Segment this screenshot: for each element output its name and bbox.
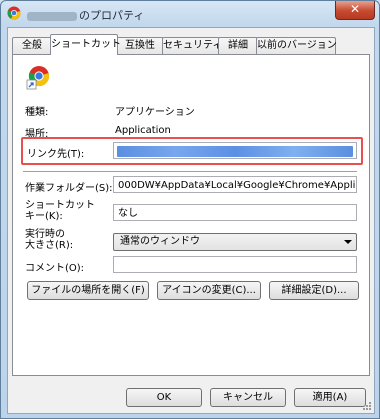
dialog-client-area: 全般 ショートカット 互換性 セキュリティ 詳細 以前のバージョン 種類: アプ… <box>7 27 375 414</box>
start-in-field[interactable]: 000DW¥AppData¥Local¥Google¥Chrome¥Applic… <box>113 176 357 193</box>
run-select[interactable]: 通常のウィンドウ <box>113 233 357 251</box>
title-bar[interactable]: のプロパティ ✕ <box>1 1 379 27</box>
change-icon-button[interactable]: アイコンの変更(C)... <box>157 281 261 300</box>
shortcut-panel: 種類: アプリケーション 場所: Application リンク先(T): 作業… <box>12 54 370 376</box>
cancel-button[interactable]: キャンセル <box>210 388 286 407</box>
tab-previous-versions[interactable]: 以前のバージョン <box>256 37 337 54</box>
chrome-shortcut-icon <box>26 66 50 90</box>
chrome-icon <box>7 6 21 20</box>
open-file-location-button[interactable]: ファイルの場所を開く(F) <box>27 281 149 300</box>
properties-window: のプロパティ ✕ 全般 ショートカット 互換性 セキュリティ 詳細 以前のバージ… <box>0 0 380 419</box>
tab-general[interactable]: 全般 <box>12 37 52 54</box>
tab-shortcut[interactable]: ショートカット <box>50 34 121 55</box>
comment-field[interactable] <box>113 256 357 273</box>
run-label: 実行時の 大きさ(R): <box>25 229 73 251</box>
close-button[interactable]: ✕ <box>335 1 375 20</box>
ok-button[interactable]: OK <box>126 388 202 407</box>
run-select-value: 通常のウィンドウ <box>120 236 200 247</box>
type-value: アプリケーション <box>115 107 195 118</box>
separator <box>23 171 357 173</box>
resize-grip-icon[interactable] <box>362 401 372 411</box>
shortcut-key-label-line1: ショートカット <box>25 200 95 211</box>
chevron-down-icon <box>344 240 352 244</box>
apply-button[interactable]: 適用(A) <box>294 388 366 407</box>
comment-label: コメント(O): <box>25 263 85 274</box>
blurred-shortcut-name <box>27 11 77 21</box>
target-label: リンク先(T): <box>27 149 85 160</box>
window-title: のプロパティ <box>27 7 144 23</box>
tab-details[interactable]: 詳細 <box>218 37 258 54</box>
shortcut-key-field[interactable]: なし <box>113 204 357 221</box>
type-label: 種類: <box>25 107 49 118</box>
start-in-label: 作業フォルダー(S): <box>25 183 113 194</box>
shortcut-key-label: ショートカット キー(K): <box>25 200 95 222</box>
blurred-target-path <box>117 146 353 157</box>
tab-compatibility[interactable]: 互換性 <box>116 37 164 54</box>
tab-security[interactable]: セキュリティ <box>162 37 222 54</box>
location-value: Application <box>115 125 171 136</box>
shortcut-key-label-line2: キー(K): <box>25 211 63 222</box>
run-label-line2: 大きさ(R): <box>25 240 74 251</box>
run-label-line1: 実行時の <box>25 229 65 240</box>
advanced-button[interactable]: 詳細設定(D)... <box>269 281 359 300</box>
target-field[interactable] <box>113 142 357 159</box>
